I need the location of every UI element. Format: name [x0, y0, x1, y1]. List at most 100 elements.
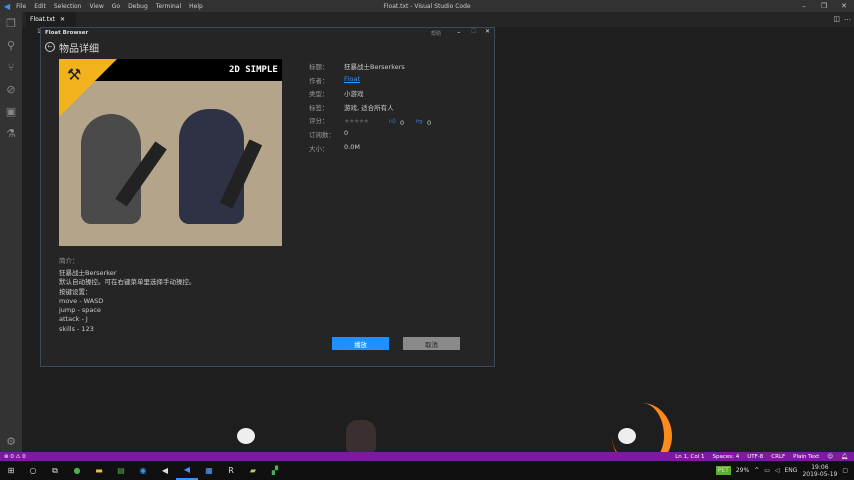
- menu-bar: File Edit Selection View Go Debug Terminal Help: [16, 2, 211, 10]
- dialog-title: Float Browser: [41, 28, 494, 38]
- image-banner-text: 2D SIMPLE: [229, 65, 278, 75]
- thumbs-up-icon[interactable]: 👍︎: [389, 117, 396, 125]
- subscriptions-label: 订阅数：: [309, 129, 335, 139]
- app-icon[interactable]: ●: [66, 461, 88, 480]
- extensions-icon[interactable]: ▣: [0, 100, 22, 122]
- intro-line: attack - J: [59, 315, 196, 324]
- vscode-taskbar-icon[interactable]: ◀: [176, 461, 198, 480]
- battery-level: 29%: [736, 467, 749, 474]
- menu-file[interactable]: File: [16, 3, 26, 10]
- help-link[interactable]: 帮助: [431, 30, 441, 37]
- app-icon[interactable]: ▞: [264, 461, 286, 480]
- tray-expand-icon[interactable]: ^: [754, 467, 759, 474]
- menu-selection[interactable]: Selection: [54, 3, 82, 10]
- indentation[interactable]: Spaces: 4: [713, 454, 740, 460]
- cancel-button[interactable]: 取消: [403, 337, 460, 350]
- volume-icon[interactable]: ◁: [775, 467, 780, 474]
- app-icon[interactable]: ◉: [132, 461, 154, 480]
- encoding[interactable]: UTF-8: [747, 454, 763, 460]
- language-mode[interactable]: Plain Text: [793, 454, 819, 460]
- line-ending[interactable]: CRLF: [771, 454, 785, 460]
- test-icon[interactable]: ⚗: [0, 122, 22, 144]
- desktop-pet-white[interactable]: [237, 428, 255, 452]
- title-label: 标题：: [309, 61, 329, 71]
- debug-icon[interactable]: ⊘: [0, 78, 22, 100]
- gear-icon[interactable]: ⚙: [0, 430, 22, 452]
- warrior-gray: [81, 114, 141, 224]
- close-button[interactable]: ✕: [834, 0, 854, 12]
- warning-count: 0: [22, 454, 26, 460]
- source-control-icon[interactable]: ⑂: [0, 56, 22, 78]
- start-icon[interactable]: ⊞: [0, 461, 22, 480]
- file-explorer-icon[interactable]: ▬: [88, 461, 110, 480]
- split-editor-icon[interactable]: ◫: [833, 15, 840, 23]
- warrior-dark: [179, 109, 244, 224]
- clock-time: 19:06: [811, 464, 828, 471]
- back-button[interactable]: ←: [45, 42, 55, 52]
- rating-label: 评分：: [309, 115, 329, 125]
- dialog-maximize-button[interactable]: ☐: [471, 28, 476, 35]
- size-label: 大小：: [309, 143, 329, 153]
- menu-debug[interactable]: Debug: [128, 3, 148, 10]
- play-button[interactable]: 播放: [332, 337, 389, 350]
- hammer-icon: ⚒: [67, 65, 81, 84]
- likes-count: 0: [400, 119, 404, 127]
- taskbar: ⊞ ○ ⧉ ● ▬ ▤ ◉ ◀ ◀ ▦ R ▰ ▞ PET 29% ^ ▭ ◁ …: [0, 461, 854, 480]
- menu-edit[interactable]: Edit: [34, 3, 46, 10]
- desktop-pet-warrior[interactable]: [346, 420, 376, 452]
- intro-text: 狂暴战士Berserker 默认自动操控。可在右键菜单里选择手动操控。 按键设置…: [59, 269, 196, 334]
- input-language[interactable]: ENG: [785, 467, 798, 474]
- game-preview-image: ⚒ 2D SIMPLE: [59, 59, 282, 246]
- title-bar: ◀ File Edit Selection View Go Debug Terminal He…: [0, 0, 854, 12]
- errors-status[interactable]: ⊗ 0 ⚠ 0: [4, 454, 26, 460]
- subscriptions-value: 0: [344, 129, 348, 137]
- more-actions-icon[interactable]: …: [844, 14, 851, 22]
- intro-line: 默认自动操控。可在右键菜单里选择手动操控。: [59, 278, 196, 287]
- menu-help[interactable]: Help: [189, 3, 203, 10]
- pet-tray-icon[interactable]: PET: [716, 466, 731, 475]
- rating-stars[interactable]: ★★★★★: [344, 117, 368, 125]
- vscode-logo-icon: ◀: [4, 2, 10, 11]
- bell-icon[interactable]: 🔔︎: [841, 454, 848, 460]
- type-label: 类型：: [309, 88, 329, 98]
- title-value: 狂暴战士Berserkers: [344, 61, 405, 71]
- app-icon[interactable]: ▦: [198, 461, 220, 480]
- feedback-icon[interactable]: ☺: [827, 454, 833, 460]
- app-icon[interactable]: ◀: [154, 461, 176, 480]
- clock-date: 2019-05-19: [802, 471, 837, 478]
- tags-label: 标签：: [309, 102, 329, 112]
- intro-line: move - WASD: [59, 297, 196, 306]
- clock[interactable]: 19:062019-05-19: [802, 464, 837, 478]
- notifications-icon[interactable]: ▢: [842, 467, 848, 474]
- maximize-button[interactable]: ❐: [814, 0, 834, 12]
- intro-line: jump - space: [59, 306, 196, 315]
- search-icon[interactable]: ⚲: [0, 34, 22, 56]
- close-tab-icon[interactable]: ✕: [60, 16, 65, 23]
- cursor-position[interactable]: Ln 1, Col 1: [675, 454, 704, 460]
- size-value: 0.0M: [344, 143, 360, 151]
- tags-value: 游戏, 适合所有人: [344, 102, 394, 112]
- thumbs-down-icon[interactable]: 👎︎: [416, 117, 423, 125]
- menu-terminal[interactable]: Terminal: [156, 3, 181, 10]
- intro-label: 简介：: [59, 255, 79, 265]
- dialog-minimize-button[interactable]: –: [457, 28, 461, 36]
- intro-line: 按键设置：: [59, 288, 196, 297]
- activity-bar: ❐ ⚲ ⑂ ⊘ ▣ ⚗ ⚙: [0, 12, 22, 452]
- app-icon[interactable]: R: [220, 461, 242, 480]
- task-view-icon[interactable]: ⧉: [44, 461, 66, 480]
- type-value: 小游戏: [344, 88, 364, 98]
- page-heading: 物品详细: [59, 40, 99, 55]
- minimize-button[interactable]: –: [794, 0, 814, 12]
- dialog-close-button[interactable]: ✕: [485, 28, 490, 35]
- tab-float-txt[interactable]: Float.txt✕: [26, 12, 76, 27]
- author-link[interactable]: Float: [344, 75, 360, 83]
- app-icon[interactable]: ▰: [242, 461, 264, 480]
- app-icon[interactable]: ▤: [110, 461, 132, 480]
- menu-go[interactable]: Go: [112, 3, 120, 10]
- menu-view[interactable]: View: [89, 3, 103, 10]
- search-taskbar-icon[interactable]: ○: [22, 461, 44, 480]
- explorer-icon[interactable]: ❐: [0, 12, 22, 34]
- float-browser-dialog: Float Browser 帮助 – ☐ ✕ ← 物品详细 ⚒ 2D SIMPL…: [40, 27, 495, 367]
- error-count: 0: [10, 454, 14, 460]
- network-icon[interactable]: ▭: [764, 467, 770, 474]
